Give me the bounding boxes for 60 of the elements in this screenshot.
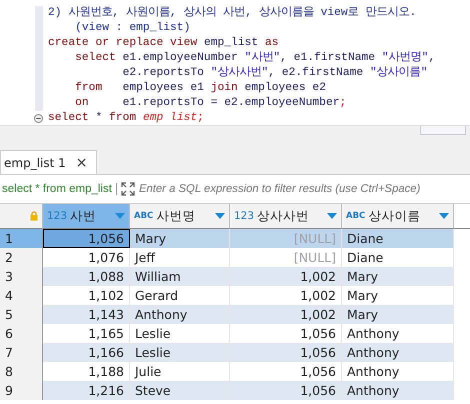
table-cell: 1,216 (43, 381, 130, 400)
table-cell: Mary (342, 305, 454, 324)
collapse-icon[interactable] (34, 114, 43, 122)
table-cell: 1,002 (230, 305, 342, 324)
query-text: select * from emp_list (0, 183, 117, 195)
dropdown-icon[interactable] (327, 213, 337, 219)
row-number[interactable]: 8 (0, 362, 43, 381)
column-name: 상사이름 (368, 208, 422, 224)
type-label: 123 (234, 210, 254, 222)
code-line: select * from emp list; (48, 111, 205, 126)
type-label: 123 (47, 210, 68, 222)
row-number[interactable]: 6 (0, 324, 43, 343)
table-cell: [NULL] (230, 229, 342, 248)
column-name: 상사사번 (257, 208, 310, 224)
table-cell: 1,056 (230, 343, 342, 362)
table-cell: 1,002 (230, 267, 342, 286)
column-header[interactable]: ABC 상사이름 (342, 204, 454, 229)
row-number[interactable]: 3 (0, 267, 43, 286)
row-number[interactable]: 4 (0, 286, 43, 305)
table-cell: Anthony (342, 381, 454, 400)
table-cell: Leslie (130, 343, 230, 362)
table-cell: Steve (130, 381, 230, 400)
table-cell: Mary (342, 267, 454, 286)
table-cell: 1,088 (43, 267, 130, 286)
table-cell: Diane (342, 229, 454, 248)
column-name: 사번명 (156, 208, 196, 224)
result-tab[interactable]: emp_list 1 × (0, 150, 96, 174)
dropdown-icon[interactable] (439, 213, 449, 219)
code-line: 2) 사원번호, 사원이름, 상사의 사번, 상사이름을 view로 만드시오. (48, 6, 418, 21)
column-header[interactable]: 123 상사사번 (230, 204, 342, 229)
close-icon[interactable]: × (76, 154, 88, 170)
table-cell: 1,166 (43, 343, 130, 362)
dropdown-icon[interactable] (215, 213, 225, 219)
column-header[interactable]: ABC 사번명 (130, 204, 230, 229)
table-cell: 1,056 (43, 229, 130, 248)
type-label: ABC (346, 211, 366, 221)
code-line: e2.reportsTo "상사사번", e2.firstName "상사이름" (122, 66, 429, 81)
expand-icon[interactable] (120, 182, 135, 196)
code-line: (view : emp_list) (74, 21, 192, 36)
table-cell: William (130, 267, 230, 286)
lock-icon (30, 211, 38, 221)
row-number[interactable]: 2 (0, 248, 43, 267)
dropdown-icon[interactable] (115, 213, 125, 219)
code-line: from employees e1 join employees e2 (74, 81, 327, 96)
code-line: on e1.reportsTo = e2.employeeNumber; (74, 96, 348, 111)
table-cell: Anthony (342, 343, 454, 362)
row-number[interactable]: 1 (0, 229, 43, 248)
row-number[interactable]: 5 (0, 305, 43, 324)
table-cell: Anthony (130, 305, 230, 324)
row-number[interactable]: 7 (0, 343, 43, 362)
column-header[interactable]: 123 사번 (43, 204, 130, 229)
type-label: ABC (134, 211, 154, 221)
column-name: 사번 (70, 208, 98, 224)
table-cell: 1,143 (43, 305, 130, 324)
code-line: create or replace view emp_list as (48, 36, 280, 51)
table-cell: 1,056 (230, 381, 342, 400)
row-number[interactable]: 9 (0, 381, 43, 400)
code-line: select e1.employeeNumber "사번", e1.firstName "사번명", (74, 51, 436, 66)
filter-field[interactable]: Enter a SQL expression to filter results (use Ctrl+Space) (138, 183, 470, 195)
table-cell: Mary (130, 229, 230, 248)
